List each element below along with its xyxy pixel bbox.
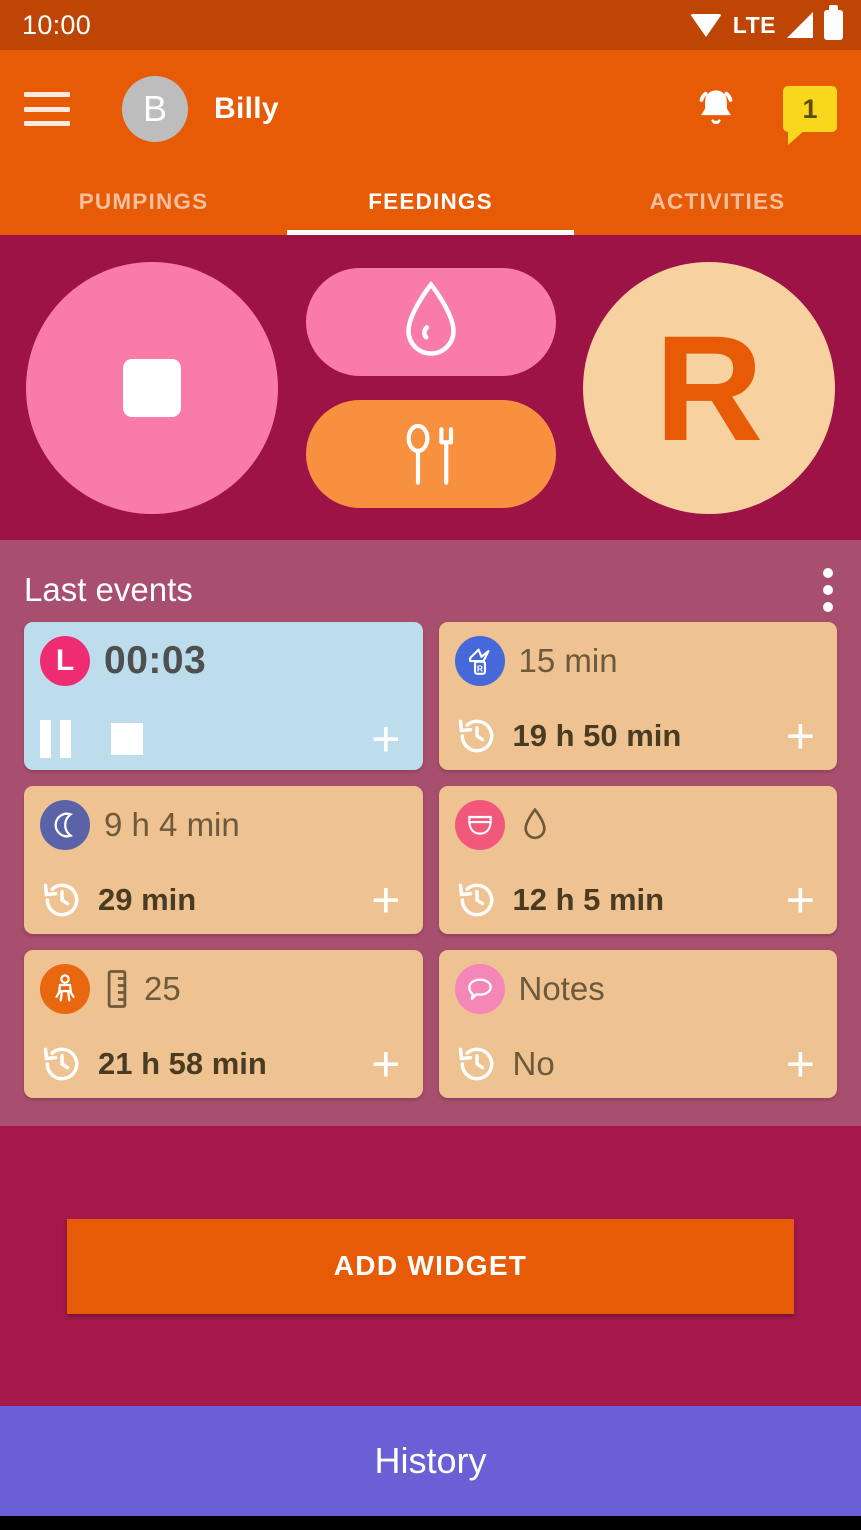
right-breast-label: R: [654, 303, 764, 472]
card-top-row: 25: [40, 964, 407, 1014]
wifi-icon: [689, 13, 722, 37]
breast-left-icon: L: [40, 636, 90, 686]
stop-icon[interactable]: [111, 723, 143, 755]
event-card-diaper[interactable]: 12 h 5 min +: [438, 786, 837, 934]
card-bottom-row: 21 h 58 min +: [40, 1039, 407, 1089]
tab-bar: PUMPINGS FEEDINGS ACTIVITIES: [0, 168, 861, 235]
history-clock-icon: [458, 719, 493, 753]
plus-icon[interactable]: +: [371, 875, 406, 925]
notes-label: Notes: [518, 970, 605, 1007]
card-bottom-row: No +: [455, 1039, 822, 1089]
event-card-breastfeeding-timer[interactable]: L 00:03 +: [24, 622, 423, 770]
status-icon-group: LTE: [689, 5, 843, 40]
notes-elapsed: No: [512, 1045, 555, 1082]
tab-activities[interactable]: ACTIVITIES: [574, 168, 861, 235]
right-breast-circle-button[interactable]: R: [583, 261, 835, 514]
card-bottom-row: 19 h 50 min +: [455, 711, 822, 761]
pause-icon[interactable]: [40, 720, 71, 758]
last-events-header: Last events: [24, 558, 837, 622]
crescent-moon-icon: [40, 800, 90, 850]
last-events-title: Last events: [24, 571, 193, 608]
page-title[interactable]: Billy: [214, 92, 279, 126]
status-clock: 10:00: [22, 9, 92, 40]
pumping-elapsed: 19 h 50 min: [512, 718, 682, 753]
plus-icon[interactable]: +: [371, 714, 406, 764]
plus-icon[interactable]: +: [786, 875, 821, 925]
history-clock-icon: [43, 883, 79, 917]
stop-square-icon: [123, 358, 181, 417]
svg-text:R: R: [476, 663, 482, 673]
history-clock-icon: [43, 1047, 79, 1081]
water-drop-icon: [405, 280, 456, 356]
event-card-growth[interactable]: 25 21 h 58 min +: [24, 950, 423, 1098]
growth-elapsed: 21 h 58 min: [98, 1046, 267, 1081]
breast-pump-icon: R: [454, 636, 505, 686]
pill-button-column: [305, 267, 556, 508]
baby-icon: [40, 964, 90, 1014]
event-card-grid: L 00:03 + R 15 min 19 h 50 min + 9 h 4 m…: [24, 622, 837, 1098]
card-bottom-row: 29 min +: [40, 875, 407, 925]
card-top-row: L 00:03: [40, 636, 407, 686]
event-card-notes[interactable]: Notes No +: [438, 950, 837, 1098]
kebab-menu-icon[interactable]: [809, 562, 837, 618]
message-badge[interactable]: 1: [783, 86, 837, 145]
battery-icon: [824, 5, 843, 40]
event-card-pumping[interactable]: R 15 min 19 h 50 min +: [438, 622, 837, 770]
stop-timer-circle-button[interactable]: [26, 261, 278, 514]
diaper-elapsed: 12 h 5 min: [512, 882, 665, 917]
tab-pumpings[interactable]: PUMPINGS: [0, 168, 287, 235]
spoon-fork-icon: [406, 423, 453, 485]
quick-widget-strip: R: [0, 235, 861, 540]
avatar[interactable]: B: [122, 76, 188, 142]
history-bar[interactable]: History: [0, 1406, 861, 1516]
pumping-duration: 15 min: [518, 642, 618, 679]
card-top-row: 9 h 4 min: [40, 800, 407, 850]
status-bar: 10:00 LTE: [0, 0, 861, 50]
elapsed-group: 19 h 50 min: [455, 714, 682, 758]
app-bar: B Billy 1 PUMPINGS FEEDINGS ACTIVITIES: [0, 50, 861, 235]
diaper-icon: [454, 800, 505, 850]
signal-icon: [787, 12, 813, 38]
network-type-label: LTE: [732, 11, 776, 38]
system-navigation-bar: [0, 1516, 861, 1530]
card-top-row: [454, 800, 822, 850]
ruler-icon: [107, 970, 127, 1008]
timer-value: 00:03: [104, 639, 207, 682]
elapsed-group: 21 h 58 min: [40, 1042, 267, 1086]
history-clock-icon: [458, 883, 493, 917]
card-top-row: R 15 min: [454, 636, 822, 686]
tab-feedings[interactable]: FEEDINGS: [287, 168, 574, 235]
sleep-elapsed: 29 min: [98, 882, 197, 917]
bottle-feed-pill-button[interactable]: [305, 267, 556, 376]
elapsed-group: 29 min: [40, 878, 196, 922]
add-widget-button[interactable]: ADD WIDGET: [67, 1218, 794, 1314]
plus-icon[interactable]: +: [786, 1039, 821, 1089]
message-badge-count: 1: [802, 93, 818, 124]
app-root: 10:00 LTE B Billy 1 PUMPINGS FEEDINGS AC…: [0, 0, 861, 1530]
history-clock-icon: [458, 1047, 493, 1081]
last-events-section: Last events L 00:03 + R 15 min 19 h 50 m…: [0, 540, 861, 1126]
solid-food-pill-button[interactable]: [305, 399, 556, 508]
notification-bell-icon[interactable]: [693, 86, 739, 132]
plus-icon[interactable]: +: [371, 1039, 406, 1089]
breast-left-label: L: [55, 644, 75, 677]
event-card-sleep[interactable]: 9 h 4 min 29 min +: [24, 786, 423, 934]
history-label: History: [374, 1440, 487, 1481]
avatar-initial: B: [142, 88, 167, 129]
app-bar-top-row: B Billy 1: [0, 50, 861, 168]
plus-icon[interactable]: +: [786, 711, 821, 761]
card-bottom-row: 12 h 5 min +: [455, 875, 822, 925]
hamburger-menu-icon[interactable]: [24, 92, 70, 126]
sleep-duration: 9 h 4 min: [104, 806, 240, 843]
card-top-row: Notes: [454, 964, 822, 1014]
elapsed-group: 12 h 5 min: [455, 878, 665, 922]
add-widget-area: ADD WIDGET: [0, 1126, 861, 1406]
growth-value: 25: [144, 970, 181, 1007]
elapsed-group: No: [455, 1042, 555, 1086]
timer-controls: [40, 720, 143, 758]
water-drop-outline-icon: [523, 807, 546, 840]
speech-bubble-icon: [454, 964, 505, 1014]
card-bottom-row: +: [40, 714, 407, 764]
